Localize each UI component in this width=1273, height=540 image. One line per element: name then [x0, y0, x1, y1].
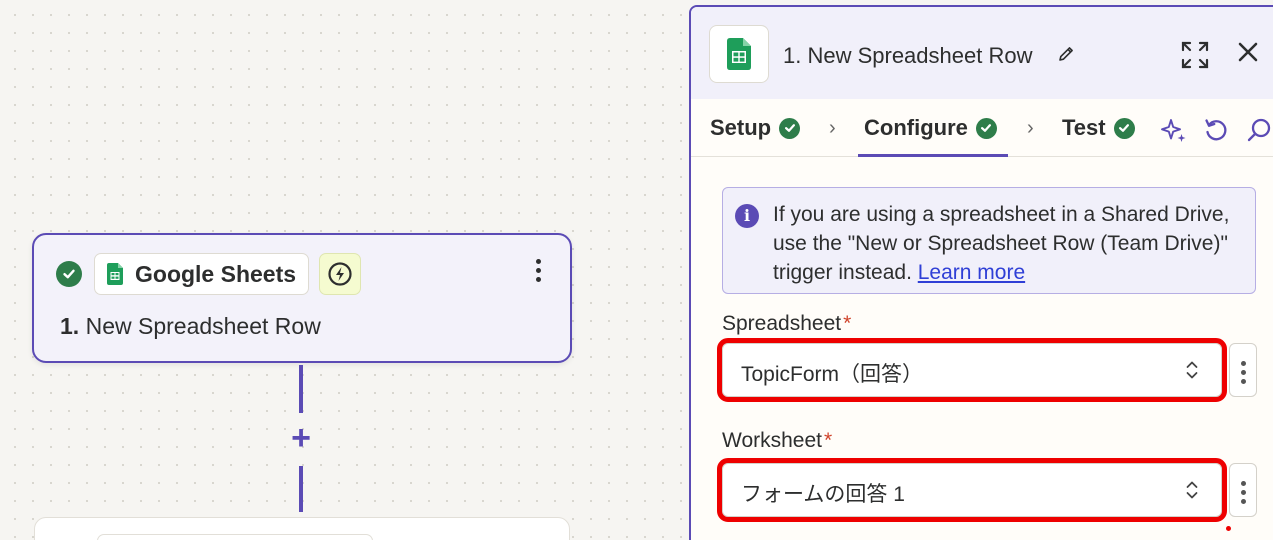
- undo-icon[interactable]: [1203, 117, 1229, 143]
- panel-title: 1. New Spreadsheet Row: [783, 43, 1033, 68]
- chevron-up-down-icon: [1186, 361, 1198, 379]
- spreadsheet-label: Spreadsheet*: [722, 312, 851, 336]
- tab-label: Configure: [864, 115, 968, 140]
- action-step-card[interactable]: [34, 517, 570, 540]
- check-circle-icon: [1113, 117, 1135, 139]
- check-circle-icon: [56, 261, 82, 287]
- google-sheets-icon: [107, 263, 123, 285]
- more-options-icon[interactable]: [534, 259, 542, 289]
- connector-line: [299, 466, 303, 512]
- step-name: New Spreadsheet Row: [85, 313, 321, 339]
- trigger-step-header: Google Sheets: [56, 253, 362, 295]
- action-app-chip: [97, 534, 373, 540]
- chevron-right-icon: ›: [1027, 117, 1034, 139]
- trigger-badge: [319, 253, 362, 295]
- sparkle-icon[interactable]: [1160, 117, 1188, 145]
- plus-icon[interactable]: +: [285, 420, 317, 456]
- tab-label: Setup: [710, 115, 772, 140]
- chevron-up-down-icon: [1186, 481, 1198, 499]
- worksheet-select[interactable]: フォームの回答 1: [717, 458, 1227, 522]
- close-icon[interactable]: [1237, 41, 1259, 63]
- tab-label: Test: [1062, 115, 1106, 140]
- google-sheets-icon: [727, 38, 751, 70]
- connector-line: [299, 365, 303, 413]
- step-number: 1.: [60, 313, 80, 339]
- app-chip: Google Sheets: [94, 253, 310, 295]
- spreadsheet-select[interactable]: TopicForm（回答）: [717, 338, 1227, 402]
- check-circle-icon: [975, 117, 997, 139]
- active-tab-indicator: [858, 154, 1008, 157]
- learn-more-link[interactable]: Learn more: [918, 261, 1025, 284]
- info-text: If you are using a spreadsheet in a Shar…: [773, 200, 1243, 287]
- info-icon: i: [735, 204, 759, 228]
- app-name: Google Sheets: [135, 260, 297, 287]
- pencil-icon[interactable]: [1057, 45, 1075, 63]
- step-editor-panel: 1. New Spreadsheet Row Setup › Configure…: [689, 5, 1273, 540]
- spreadsheet-label-text: Spreadsheet: [722, 312, 842, 335]
- check-circle-icon: [779, 117, 801, 139]
- required-asterisk: *: [843, 312, 852, 335]
- worksheet-options-button[interactable]: [1229, 463, 1257, 517]
- expand-icon[interactable]: [1181, 41, 1209, 69]
- spreadsheet-options-button[interactable]: [1229, 343, 1257, 397]
- worksheet-label: Worksheet*: [722, 429, 832, 453]
- annotation-dot: [1226, 526, 1231, 531]
- required-asterisk: *: [824, 429, 833, 452]
- info-banner: i If you are using a spreadsheet in a Sh…: [722, 187, 1256, 294]
- search-icon[interactable]: [1247, 117, 1273, 143]
- lightning-bolt-icon: [328, 262, 352, 286]
- spreadsheet-value: TopicForm（回答）: [741, 363, 924, 386]
- tab-test[interactable]: Test: [1062, 115, 1135, 141]
- chevron-right-icon: ›: [829, 117, 836, 139]
- worksheet-label-text: Worksheet: [722, 429, 822, 452]
- trigger-step-card[interactable]: Google Sheets 1. New Spreadsheet Row: [32, 233, 572, 363]
- panel-header: 1. New Spreadsheet Row: [691, 7, 1273, 99]
- app-icon-box: [709, 25, 769, 83]
- worksheet-value: フォームの回答 1: [741, 483, 905, 506]
- step-tabs: Setup › Configure › Test: [691, 99, 1273, 157]
- tab-configure[interactable]: Configure: [864, 115, 997, 141]
- step-title: 1. New Spreadsheet Row: [60, 313, 321, 340]
- tab-setup[interactable]: Setup: [710, 115, 801, 141]
